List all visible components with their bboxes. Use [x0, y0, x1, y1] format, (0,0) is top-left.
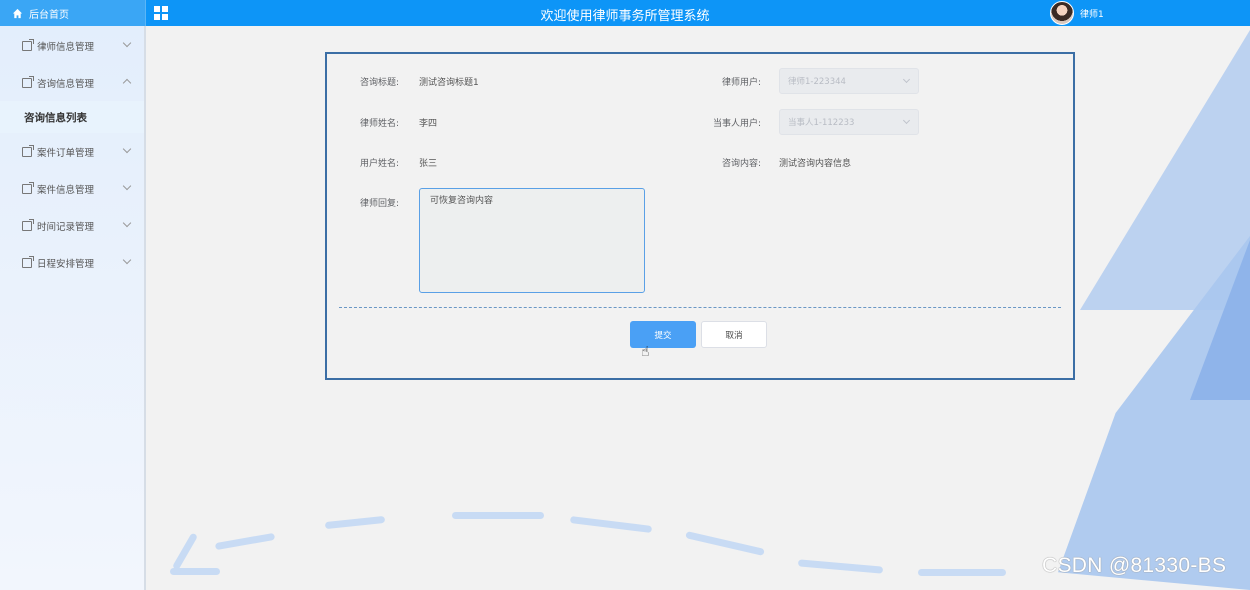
consult-content-value: 测试咨询内容信息 [779, 159, 852, 169]
edit-icon [22, 38, 34, 51]
home-icon [12, 8, 23, 18]
background-dash [170, 568, 220, 575]
client-user-select: 当事人1-112233 [779, 109, 919, 135]
grid-menu-icon[interactable] [154, 6, 168, 20]
home-link[interactable]: 后台首页 [0, 0, 146, 26]
reply-label: 律师回复: [359, 199, 399, 209]
home-label: 后台首页 [29, 9, 69, 21]
chevron-down-icon [122, 38, 132, 48]
chevron-down-icon [122, 144, 132, 154]
sidebar-item-case-orders[interactable]: 案件订单管理 [0, 133, 144, 170]
chevron-down-icon [122, 255, 132, 265]
cancel-button[interactable]: 取消 [701, 321, 767, 348]
reply-textarea[interactable]: 可恢复咨询内容 [419, 188, 645, 293]
consult-content-label: 咨询内容: [721, 159, 761, 169]
top-navbar: 后台首页 欢迎使用律师事务所管理系统 律师1 [0, 0, 1250, 26]
sidebar-item-label: 律师信息管理 [37, 41, 95, 53]
sidebar-item-time-records[interactable]: 时间记录管理 [0, 207, 144, 244]
sidebar-item-label: 咨询信息管理 [37, 78, 95, 90]
edit-icon [22, 181, 34, 194]
background-dash [569, 516, 653, 533]
submit-button[interactable]: 提交 [630, 321, 696, 348]
username: 律师1 [1080, 9, 1104, 20]
avatar [1050, 1, 1074, 25]
sidebar-item-label: 日程安排管理 [37, 258, 95, 270]
form-divider [339, 307, 1061, 308]
sidebar-item-label: 案件信息管理 [37, 184, 95, 196]
chevron-down-icon [122, 218, 132, 228]
lawyer-name-label: 律师姓名: [359, 119, 399, 129]
edit-icon [22, 75, 34, 88]
sidebar-item-schedule[interactable]: 日程安排管理 [0, 244, 144, 281]
user-name-label: 用户姓名: [359, 159, 399, 169]
edit-icon [22, 144, 34, 157]
background-decoration [1080, 30, 1250, 310]
lawyer-user-value: 律师1-223344 [788, 77, 846, 87]
lawyer-name-value: 李四 [419, 119, 438, 129]
background-dash [171, 532, 199, 571]
user-name-value: 张三 [419, 159, 438, 169]
edit-icon [22, 255, 34, 268]
sidebar-item-case-info[interactable]: 案件信息管理 [0, 170, 144, 207]
consult-title-value: 测试咨询标题1 [419, 78, 479, 88]
client-user-label: 当事人用户: [712, 119, 761, 129]
background-dash [918, 569, 1006, 576]
user-menu[interactable]: 律师1 [1050, 0, 1104, 26]
edit-icon [22, 218, 34, 231]
watermark: CSDN @81330-BS [1042, 554, 1227, 577]
consult-title-label: 咨询标题: [359, 78, 399, 88]
background-dash [452, 512, 544, 519]
chevron-down-icon [902, 116, 911, 125]
lawyer-user-label: 律师用户: [721, 78, 761, 88]
sidebar-item-consult-info[interactable]: 咨询信息管理 [0, 64, 144, 101]
sidebar-item-label: 案件订单管理 [37, 147, 95, 159]
sidebar: 律师信息管理 咨询信息管理 咨询信息列表 案件订单管理 案件信息管理 时间记录管… [0, 26, 146, 590]
chevron-down-icon [902, 75, 911, 84]
sidebar-item-lawyer-info[interactable]: 律师信息管理 [0, 27, 144, 64]
client-user-value: 当事人1-112233 [788, 118, 855, 128]
background-dash [324, 515, 386, 530]
submenu-consult-list[interactable]: 咨询信息列表 [0, 101, 144, 133]
chevron-down-icon [122, 181, 132, 191]
lawyer-user-select: 律师1-223344 [779, 68, 919, 94]
background-dash [797, 559, 884, 574]
sidebar-item-label: 时间记录管理 [37, 221, 95, 233]
consult-reply-form: 咨询标题: 测试咨询标题1 律师用户: 律师1-223344 律师姓名: 李四 … [325, 52, 1075, 380]
hand-cursor-icon: ☝ [641, 344, 650, 360]
background-dash [685, 531, 765, 556]
chevron-up-icon [122, 78, 132, 88]
background-dash [214, 532, 276, 551]
